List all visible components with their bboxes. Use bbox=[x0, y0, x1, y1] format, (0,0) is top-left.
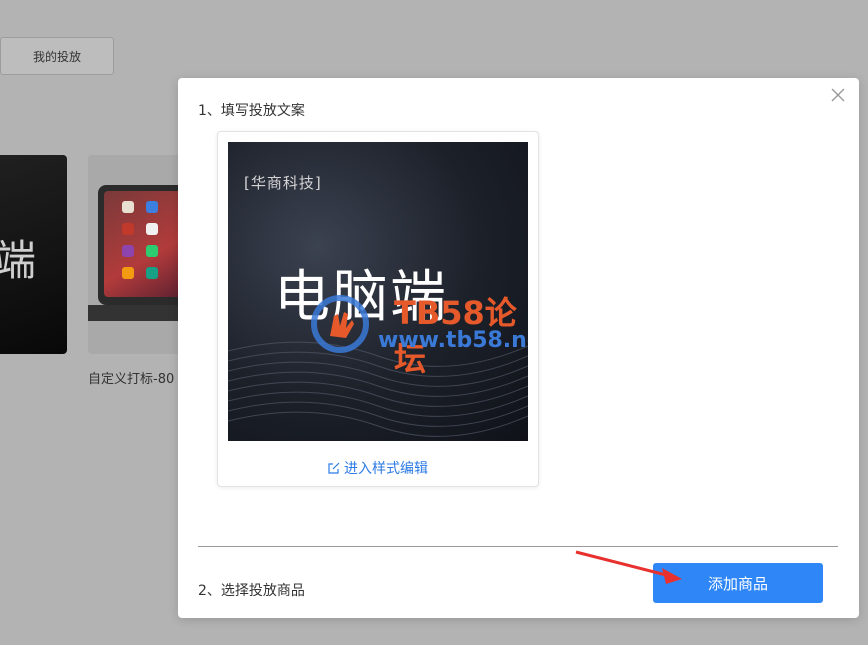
edit-style-label: 进入样式编辑 bbox=[344, 461, 428, 477]
poster-brand: [华商科技] bbox=[244, 174, 322, 192]
close-button[interactable] bbox=[827, 84, 849, 106]
arrow-pointer-icon bbox=[575, 550, 682, 584]
template-card-custom-label: 自定义打标-80 bbox=[88, 372, 175, 387]
my-campaign-tab[interactable]: 我的投放 bbox=[0, 37, 114, 75]
keyboard-image bbox=[88, 305, 178, 321]
template-card-computer[interactable]: 端 bbox=[0, 155, 67, 354]
edit-icon bbox=[328, 462, 340, 474]
divider bbox=[198, 546, 838, 547]
step1-title: 1、填写投放文案 bbox=[198, 103, 305, 119]
campaign-modal: 1、填写投放文案 [华商科技] 电脑端 TB58论坛 www.tb58.n 进入… bbox=[178, 78, 859, 618]
tablet-image bbox=[98, 185, 178, 305]
watermark-url: www.tb58.net bbox=[378, 328, 528, 353]
preview-card: [华商科技] 电脑端 TB58论坛 www.tb58.net bbox=[217, 131, 539, 487]
my-campaign-tab-label: 我的投放 bbox=[32, 49, 81, 64]
close-icon bbox=[831, 88, 845, 102]
edit-style-link[interactable]: 进入样式编辑 bbox=[218, 458, 538, 478]
poster-image: [华商科技] 电脑端 TB58论坛 www.tb58.net bbox=[228, 142, 528, 441]
watermark-logo-icon bbox=[311, 295, 369, 353]
add-product-label: 添加商品 bbox=[707, 574, 768, 593]
template-card-computer-text: 端 bbox=[0, 236, 37, 285]
template-card-custom[interactable] bbox=[88, 155, 178, 354]
step2-title: 2、选择投放商品 bbox=[198, 583, 305, 599]
